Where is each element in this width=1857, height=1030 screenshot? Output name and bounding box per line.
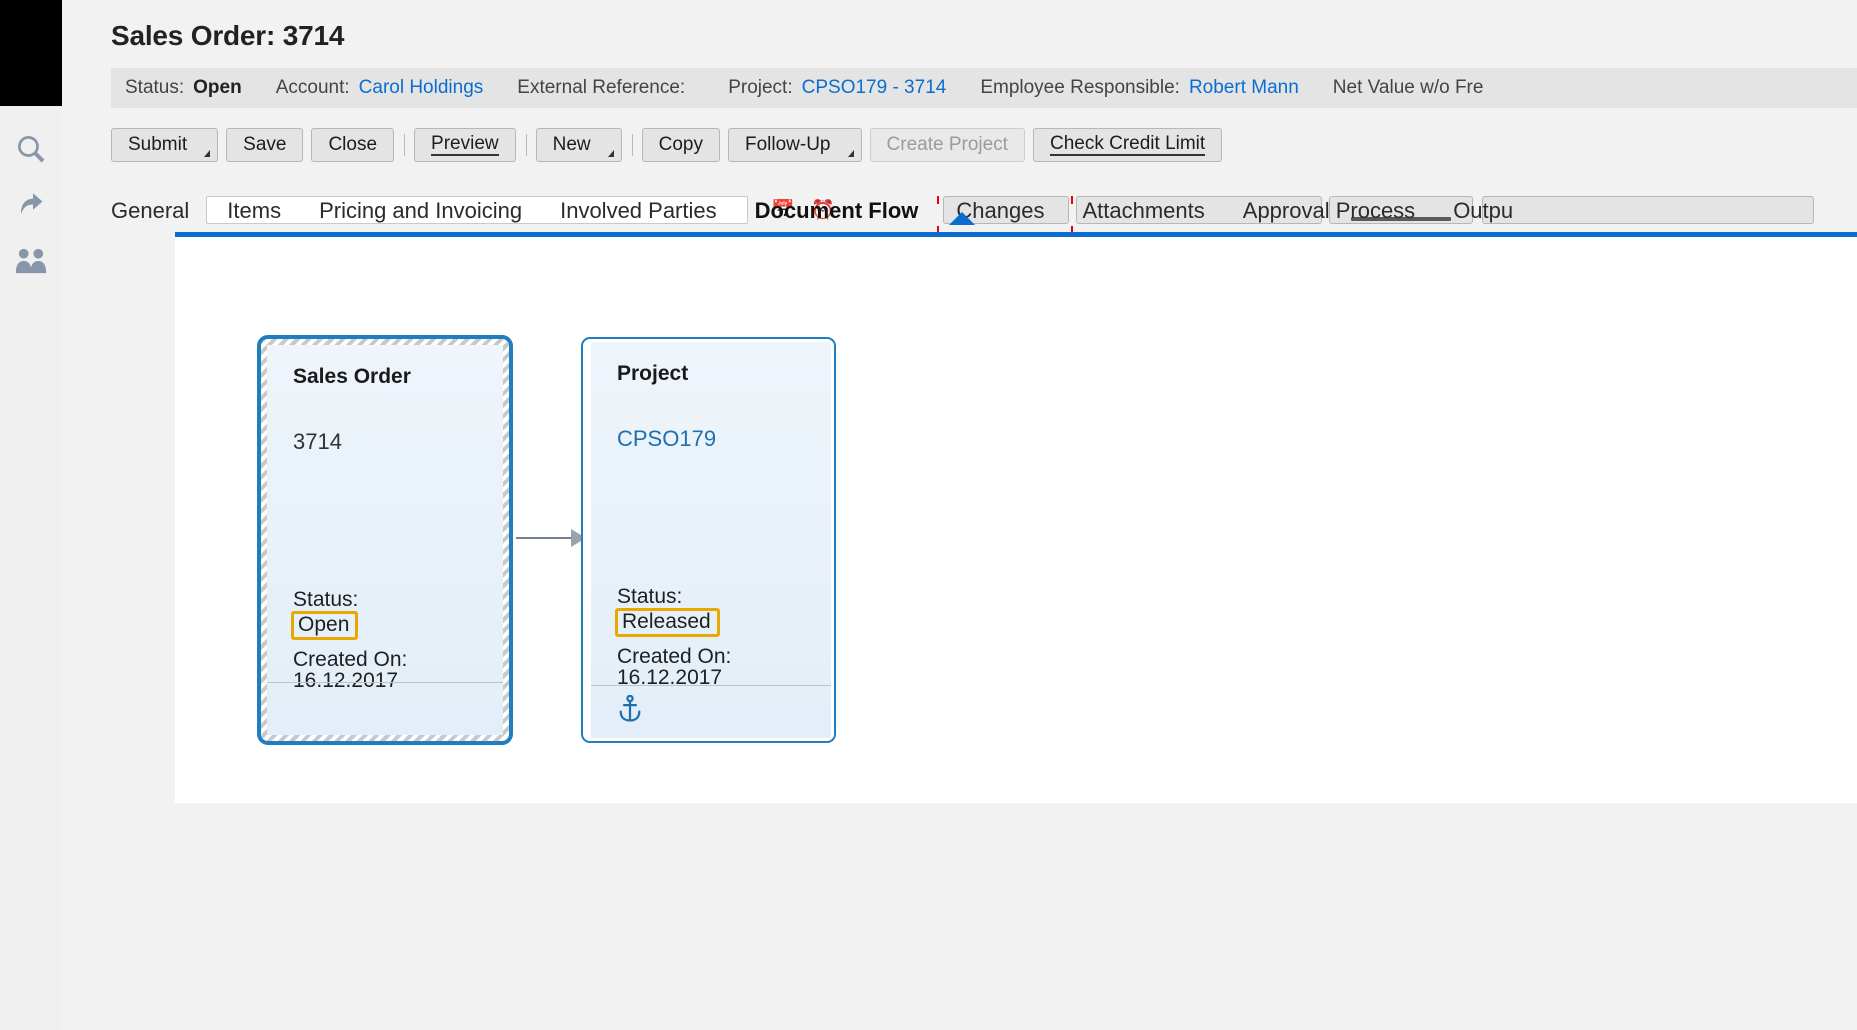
flow-node-body: Sales Order 3714 Status: Open Created On… <box>267 345 503 735</box>
follow-up-button-label: Follow-Up <box>744 134 831 155</box>
tab-involved-parties[interactable]: Involved Parties <box>560 198 717 226</box>
status-field-external-reference: External Reference: <box>517 77 694 99</box>
main-column: Sales Order: 3714 Status: Open Account: … <box>62 0 1857 1030</box>
tab-document-flow[interactable]: Document Flow <box>755 198 919 226</box>
tab-pricing-and-invoicing[interactable]: Pricing and Invoicing <box>319 198 522 226</box>
flow-node-footer-divider <box>267 682 503 683</box>
close-button-label: Close <box>328 134 378 155</box>
status-field-label: Status: <box>125 77 185 98</box>
create-project-button: Create Project <box>869 128 1025 162</box>
back-arrow-icon[interactable] <box>8 182 54 228</box>
status-field-project: Project: CPSO179 - 3714 <box>728 77 946 99</box>
flow-node-status-value: Released <box>615 608 720 638</box>
flow-node-created-value: 16.12.2017 <box>293 669 399 692</box>
flow-node-created-value: 16.12.2017 <box>617 666 723 689</box>
tab-attachments[interactable]: Attachments <box>1082 198 1204 226</box>
save-button-label: Save <box>243 134 287 155</box>
employee-responsible-link[interactable]: Robert Mann <box>1189 77 1299 99</box>
top-left-black-block <box>0 0 62 106</box>
flow-node-project[interactable]: Project CPSO179 Status: Released Created… <box>581 337 836 743</box>
page-title: Sales Order: 3714 <box>111 20 345 51</box>
flow-node-footer-divider <box>591 685 831 686</box>
project-field-link[interactable]: CPSO179 - 3714 <box>802 77 947 99</box>
tab-bar: General Items Pricing and Invoicing Invo… <box>111 186 1857 238</box>
status-field-status: Status: Open <box>125 77 242 99</box>
status-field-value: Open <box>193 77 242 98</box>
document-flow-canvas: Sales Order 3714 Status: Open Created On… <box>175 237 1857 803</box>
flow-node-body: Project CPSO179 Status: Released Created… <box>591 342 831 738</box>
new-button-label: New <box>552 134 591 155</box>
toolbar-separator <box>525 134 527 156</box>
app-root: Sales Order: 3714 Status: Open Account: … <box>0 0 1857 1030</box>
flow-node-status-label: Status: <box>617 585 683 608</box>
action-toolbar: Submit Save Close Preview New Copy Follo… <box>111 120 1857 170</box>
chevron-down-icon <box>847 150 854 157</box>
account-field-label: Account: <box>275 77 350 98</box>
anchor-icon[interactable] <box>617 694 643 728</box>
tab-items[interactable]: Items <box>227 198 281 226</box>
status-field-account: Account: Carol Holdings <box>276 77 484 99</box>
toolbar-separator <box>631 134 633 156</box>
copy-button[interactable]: Copy <box>641 128 720 162</box>
chevron-down-icon <box>204 150 211 157</box>
flow-edge-line <box>516 537 578 539</box>
flow-node-title: Sales Order <box>293 365 411 388</box>
project-field-label: Project: <box>728 77 793 98</box>
new-button[interactable]: New <box>535 128 622 162</box>
employee-responsible-label: Employee Responsible: <box>980 77 1180 98</box>
flow-node-status-label: Status: <box>293 588 359 611</box>
close-button[interactable]: Close <box>311 128 395 162</box>
toolbar-separator <box>404 134 406 156</box>
flow-node-identifier: 3714 <box>293 429 342 454</box>
search-icon[interactable] <box>8 126 54 172</box>
create-project-button-label: Create Project <box>886 134 1008 155</box>
follow-up-button[interactable]: Follow-Up <box>727 128 862 162</box>
flow-node-identifier-link[interactable]: CPSO179 <box>617 426 716 452</box>
save-button[interactable]: Save <box>226 128 304 162</box>
tab-general[interactable]: General <box>111 198 189 226</box>
check-credit-limit-button-label: Check Credit Limit <box>1049 133 1206 156</box>
status-field-employee-responsible: Employee Responsible: Robert Mann <box>980 77 1298 99</box>
flow-node-status-value: Open <box>291 611 359 641</box>
tab-output[interactable]: Outpu <box>1453 198 1513 226</box>
left-rail <box>0 106 63 1030</box>
preview-button-label: Preview <box>431 133 499 156</box>
preview-button[interactable]: Preview <box>414 128 516 162</box>
active-tab-marker <box>949 212 975 225</box>
check-credit-limit-button[interactable]: Check Credit Limit <box>1032 128 1223 162</box>
flow-node-title: Project <box>617 362 689 385</box>
tab-approval-process[interactable]: Approval Process <box>1243 198 1415 226</box>
chevron-down-icon <box>607 150 614 157</box>
object-status-bar: Status: Open Account: Carol Holdings Ext… <box>111 68 1857 108</box>
status-field-net-value: Net Value w/o Fre <box>1333 77 1493 99</box>
net-value-label: Net Value w/o Fre <box>1332 77 1484 98</box>
account-field-link[interactable]: Carol Holdings <box>359 77 484 99</box>
contacts-icon[interactable] <box>8 238 54 284</box>
submit-button[interactable]: Submit <box>111 128 219 162</box>
copy-button-label: Copy <box>658 134 703 155</box>
submit-button-label: Submit <box>128 134 188 155</box>
flow-node-sales-order[interactable]: Sales Order 3714 Status: Open Created On… <box>257 335 513 745</box>
external-reference-label: External Reference: <box>517 77 686 98</box>
